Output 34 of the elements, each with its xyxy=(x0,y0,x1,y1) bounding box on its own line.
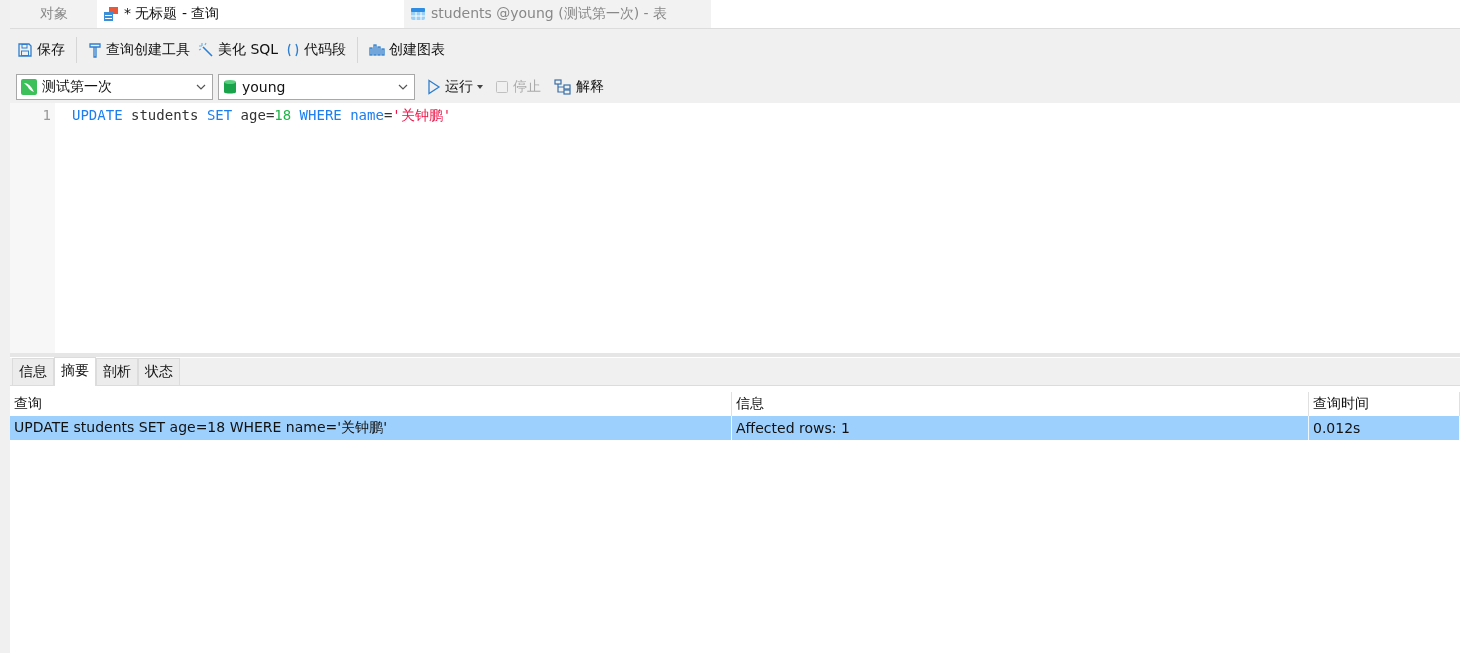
dropdown-arrow-icon[interactable] xyxy=(477,85,483,89)
toolbar-button[interactable]: 查询创建工具 xyxy=(87,39,191,61)
result-tab[interactable]: 摘要 xyxy=(54,357,96,386)
query-icon xyxy=(103,6,119,22)
magic-wand-icon xyxy=(198,42,214,58)
result-tab[interactable]: 信息 xyxy=(12,358,54,385)
chevron-down-icon xyxy=(196,84,206,90)
hammer-icon xyxy=(88,42,102,58)
database-icon xyxy=(223,79,237,95)
result-tab[interactable]: 状态 xyxy=(138,358,180,385)
connection-icon xyxy=(21,79,37,95)
chevron-down-icon xyxy=(398,84,408,90)
database-dropdown[interactable]: young xyxy=(218,74,415,100)
toolbar-button[interactable]: 保存 xyxy=(16,39,66,61)
connection-dropdown[interactable]: 测试第一次 xyxy=(16,74,213,100)
save-icon xyxy=(17,42,33,58)
line-number: 1 xyxy=(41,106,52,125)
table-cell: 0.012s xyxy=(1309,416,1460,440)
toolbar-button[interactable]: 美化 SQL xyxy=(197,39,280,61)
toolbar-button[interactable]: 代码段 xyxy=(285,39,348,61)
table-cell: Affected rows: 1 xyxy=(732,416,1309,440)
table-icon xyxy=(410,6,426,22)
toolbar-button[interactable]: 解释 xyxy=(553,76,605,98)
table-row[interactable]: UPDATE students SET age=18 WHERE name='关钟鹏' Affected rows: 1 0.012s xyxy=(10,416,1460,440)
table-cell: UPDATE students SET age=18 WHERE name='关钟鹏' xyxy=(10,416,732,440)
stop-icon xyxy=(495,80,509,94)
code-line: UPDATE students SET age=18 WHERE name='关钟鹏' xyxy=(72,106,453,125)
result-tab[interactable]: 剖析 xyxy=(96,358,138,385)
play-icon xyxy=(427,79,441,95)
diagram-icon xyxy=(554,79,572,95)
toolbar-button[interactable]: 运行 xyxy=(426,76,474,98)
bar-chart-icon xyxy=(369,42,386,58)
parentheses-icon xyxy=(286,42,301,58)
toolbar-button[interactable]: 创建图表 xyxy=(368,39,447,61)
